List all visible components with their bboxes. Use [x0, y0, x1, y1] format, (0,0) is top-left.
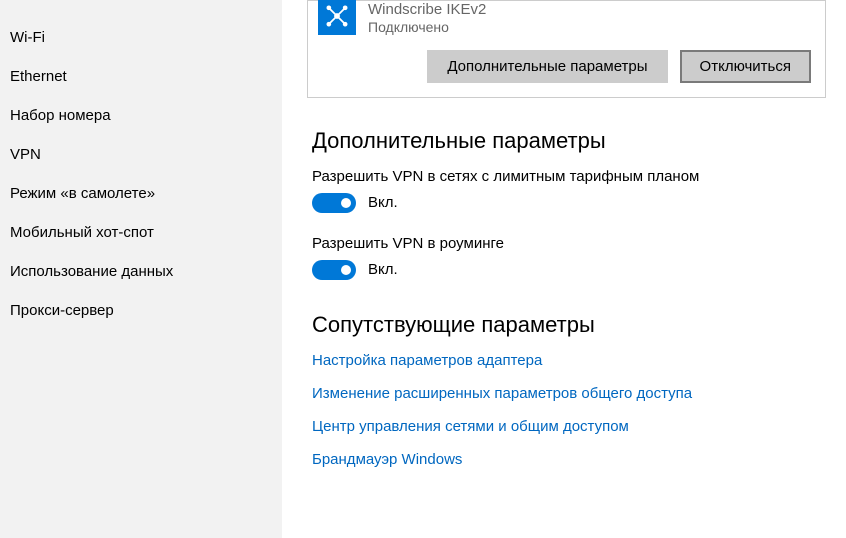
advanced-section: Дополнительные параметры Разрешить VPN в… — [282, 98, 846, 280]
vpn-connection-name: Windscribe IKEv2 — [368, 1, 486, 19]
metered-toggle-state: Вкл. — [368, 194, 398, 211]
link-adapter-settings[interactable]: Настройка параметров адаптера — [312, 352, 826, 369]
vpn-network-icon — [318, 0, 356, 35]
sidebar-item-ethernet[interactable]: Ethernet — [0, 57, 282, 96]
metered-toggle[interactable] — [312, 193, 356, 213]
sidebar-item-datausage[interactable]: Использование данных — [0, 252, 282, 291]
roaming-setting-label: Разрешить VPN в роуминге — [312, 235, 826, 252]
sidebar-item-proxy[interactable]: Прокси-сервер — [0, 291, 282, 330]
advanced-params-button[interactable]: Дополнительные параметры — [427, 50, 667, 83]
link-network-center[interactable]: Центр управления сетями и общим доступом — [312, 418, 826, 435]
settings-sidebar: Wi-Fi Ethernet Набор номера VPN Режим «в… — [0, 0, 282, 538]
vpn-header: Windscribe IKEv2 Подключено — [318, 1, 811, 50]
roaming-toggle-state: Вкл. — [368, 261, 398, 278]
sidebar-item-hotspot[interactable]: Мобильный хот-спот — [0, 213, 282, 252]
disconnect-button[interactable]: Отключиться — [680, 50, 811, 83]
sidebar-item-airplane[interactable]: Режим «в самолете» — [0, 174, 282, 213]
vpn-connection-card: Windscribe IKEv2 Подключено Дополнительн… — [307, 0, 826, 98]
advanced-heading: Дополнительные параметры — [312, 128, 826, 154]
roaming-toggle[interactable] — [312, 260, 356, 280]
vpn-status-label: Подключено — [368, 19, 486, 36]
related-section: Сопутствующие параметры Настройка параме… — [282, 302, 846, 468]
vpn-button-row: Дополнительные параметры Отключиться — [318, 50, 811, 83]
sidebar-item-vpn[interactable]: VPN — [0, 135, 282, 174]
link-firewall[interactable]: Брандмауэр Windows — [312, 451, 826, 468]
link-sharing-settings[interactable]: Изменение расширенных параметров общего … — [312, 385, 826, 402]
sidebar-item-dialup[interactable]: Набор номера — [0, 96, 282, 135]
content-area: Windscribe IKEv2 Подключено Дополнительн… — [282, 0, 846, 538]
related-heading: Сопутствующие параметры — [312, 312, 826, 338]
sidebar-item-wifi[interactable]: Wi-Fi — [0, 18, 282, 57]
metered-setting-label: Разрешить VPN в сетях с лимитным тарифны… — [312, 168, 826, 185]
